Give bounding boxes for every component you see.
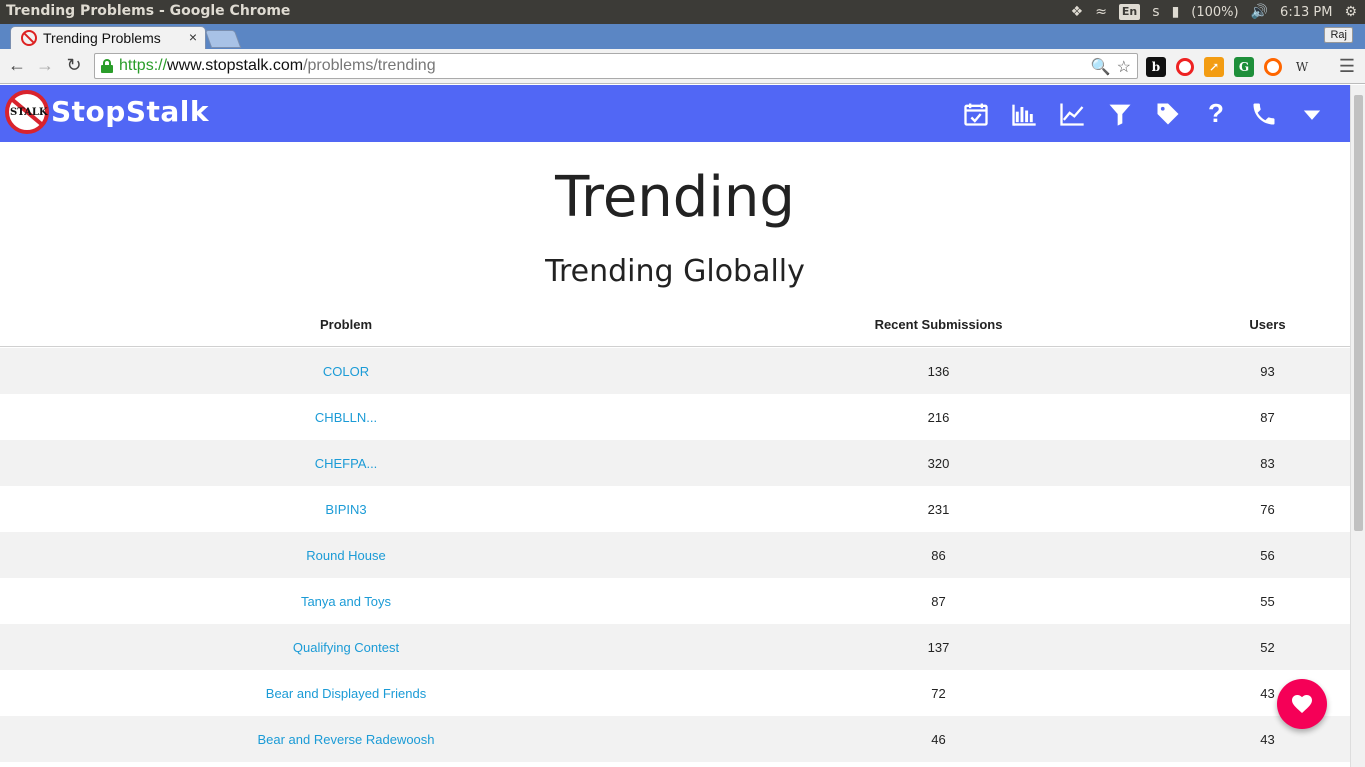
battery-percent: (100%) bbox=[1191, 4, 1239, 20]
zoom-icon[interactable]: 🔍 bbox=[1091, 57, 1111, 77]
problem-link[interactable]: COLOR bbox=[0, 364, 692, 379]
phone-icon[interactable] bbox=[1240, 85, 1288, 142]
header-users: Users bbox=[1249, 317, 1286, 332]
tag-icon[interactable] bbox=[1144, 85, 1192, 142]
submissions-count: 216 bbox=[927, 410, 950, 425]
submissions-count: 72 bbox=[931, 686, 946, 701]
bookmark-star-icon[interactable]: ☆ bbox=[1117, 57, 1131, 77]
window-title: Trending Problems - Google Chrome bbox=[6, 3, 291, 19]
opera-extension-icon[interactable] bbox=[1176, 58, 1194, 76]
problem-link[interactable]: Tanya and Toys bbox=[0, 594, 692, 609]
table-row: Qualifying Contest 137 52 bbox=[0, 624, 1350, 670]
grammarly-extension-icon[interactable]: G bbox=[1234, 57, 1254, 77]
page-scrollbar[interactable] bbox=[1350, 85, 1365, 767]
table-row: Bear and Reverse Radewoosh 46 43 bbox=[0, 716, 1350, 762]
keyboard-layout[interactable]: En bbox=[1118, 4, 1141, 20]
bluetooth-icon[interactable]: ꜱ bbox=[1152, 3, 1159, 21]
table-row: CHBLLN... 216 87 bbox=[0, 394, 1350, 440]
settings-gear-icon[interactable]: ⚙ bbox=[1344, 3, 1357, 21]
url-host: www.stopstalk.com bbox=[167, 57, 304, 74]
stopstalk-logo[interactable]: STALK bbox=[5, 90, 49, 134]
submissions-count: 231 bbox=[927, 502, 950, 517]
dropbox-icon[interactable]: ❖ bbox=[1071, 3, 1084, 21]
users-count: 76 bbox=[1260, 502, 1275, 517]
users-count: 43 bbox=[1260, 732, 1275, 747]
line-chart-icon[interactable] bbox=[1048, 85, 1096, 142]
problem-link[interactable]: Round House bbox=[0, 548, 692, 563]
caret-down-icon[interactable] bbox=[1288, 85, 1336, 142]
problem-link[interactable]: BIPIN3 bbox=[0, 502, 692, 517]
submissions-count: 87 bbox=[931, 594, 946, 609]
problem-link[interactable]: CHBLLN... bbox=[0, 410, 692, 425]
bar-chart-icon[interactable] bbox=[1000, 85, 1048, 142]
browser-toolbar: ← → ↻ https://www.stopstalk.com/problems… bbox=[0, 49, 1365, 84]
table-row: Bear and Displayed Friends 72 43 bbox=[0, 670, 1350, 716]
help-icon[interactable]: ? bbox=[1192, 85, 1240, 142]
trending-table-body: COLOR 136 93 CHBLLN... 216 87 CHEFPA... … bbox=[0, 348, 1350, 762]
page-title: Trending bbox=[555, 165, 795, 230]
lock-icon bbox=[101, 59, 113, 73]
tab-close-icon[interactable]: × bbox=[189, 29, 197, 45]
stopstalk-favicon-icon bbox=[21, 30, 37, 46]
table-row: Round House 86 56 bbox=[0, 532, 1350, 578]
users-count: 83 bbox=[1260, 456, 1275, 471]
url-path: /problems/trending bbox=[303, 57, 436, 74]
system-tray: ❖ ≈ En ꜱ ▮ (100%) 🔊 6:13 PM ⚙ bbox=[1071, 2, 1357, 22]
reload-icon[interactable]: ↻ bbox=[63, 55, 85, 76]
table-header: Problem Recent Submissions Users bbox=[0, 301, 1350, 347]
users-count: 93 bbox=[1260, 364, 1275, 379]
wikipedia-extension-icon[interactable]: W bbox=[1292, 57, 1312, 77]
table-row: BIPIN3 231 76 bbox=[0, 486, 1350, 532]
chart-extension-icon[interactable]: ↗ bbox=[1204, 57, 1224, 77]
battery-icon[interactable]: ▮ bbox=[1172, 3, 1180, 21]
heart-icon bbox=[1292, 695, 1312, 713]
wifi-icon[interactable]: ≈ bbox=[1095, 3, 1107, 21]
section-title: Trending Globally bbox=[545, 254, 805, 289]
tab-strip: Trending Problems × Raj bbox=[0, 24, 1365, 49]
header-problem: Problem bbox=[319, 317, 372, 332]
table-row: CHEFPA... 320 83 bbox=[0, 440, 1350, 486]
profile-button[interactable]: Raj bbox=[1324, 27, 1353, 43]
volume-icon[interactable]: 🔊 bbox=[1251, 3, 1268, 21]
submissions-count: 320 bbox=[927, 456, 950, 471]
favorite-fab-button[interactable] bbox=[1277, 679, 1327, 729]
users-count: 87 bbox=[1260, 410, 1275, 425]
table-row: Tanya and Toys 87 55 bbox=[0, 578, 1350, 624]
clock[interactable]: 6:13 PM bbox=[1280, 5, 1332, 20]
submissions-count: 86 bbox=[931, 548, 946, 563]
table-row: COLOR 136 93 bbox=[0, 348, 1350, 394]
os-title-bar: Trending Problems - Google Chrome ❖ ≈ En… bbox=[0, 0, 1365, 24]
b-extension-icon[interactable]: b bbox=[1146, 57, 1166, 77]
new-tab-button[interactable] bbox=[204, 30, 242, 48]
scrollbar-thumb[interactable] bbox=[1354, 95, 1363, 531]
problem-link[interactable]: Bear and Displayed Friends bbox=[0, 686, 692, 701]
url-scheme: https:// bbox=[119, 57, 168, 74]
site-header: STALK StopStalk ? bbox=[0, 85, 1350, 142]
browser-tab[interactable]: Trending Problems × bbox=[10, 26, 206, 49]
orange-extension-icon[interactable] bbox=[1264, 58, 1282, 76]
problem-link[interactable]: Bear and Reverse Radewoosh bbox=[0, 732, 692, 747]
users-count: 56 bbox=[1260, 548, 1275, 563]
users-count: 52 bbox=[1260, 640, 1275, 655]
header-nav: ? bbox=[952, 85, 1336, 142]
filter-icon[interactable] bbox=[1096, 85, 1144, 142]
tab-title: Trending Problems bbox=[43, 30, 161, 46]
calendar-check-icon[interactable] bbox=[952, 85, 1000, 142]
logo-text: STALK bbox=[10, 107, 48, 118]
chrome-menu-icon[interactable]: ☰ bbox=[1339, 56, 1355, 77]
problem-link[interactable]: CHEFPA... bbox=[0, 456, 692, 471]
brand-name[interactable]: StopStalk bbox=[51, 95, 209, 128]
submissions-count: 46 bbox=[931, 732, 946, 747]
header-recent-submissions: Recent Submissions bbox=[874, 317, 1003, 332]
submissions-count: 137 bbox=[927, 640, 950, 655]
forward-arrow-icon[interactable]: → bbox=[34, 55, 56, 76]
address-bar[interactable]: https://www.stopstalk.com/problems/trend… bbox=[94, 53, 1138, 79]
submissions-count: 136 bbox=[927, 364, 950, 379]
extensions: b ↗ G W bbox=[1146, 57, 1312, 77]
back-arrow-icon[interactable]: ← bbox=[6, 55, 28, 76]
users-count: 55 bbox=[1260, 594, 1275, 609]
problem-link[interactable]: Qualifying Contest bbox=[0, 640, 692, 655]
